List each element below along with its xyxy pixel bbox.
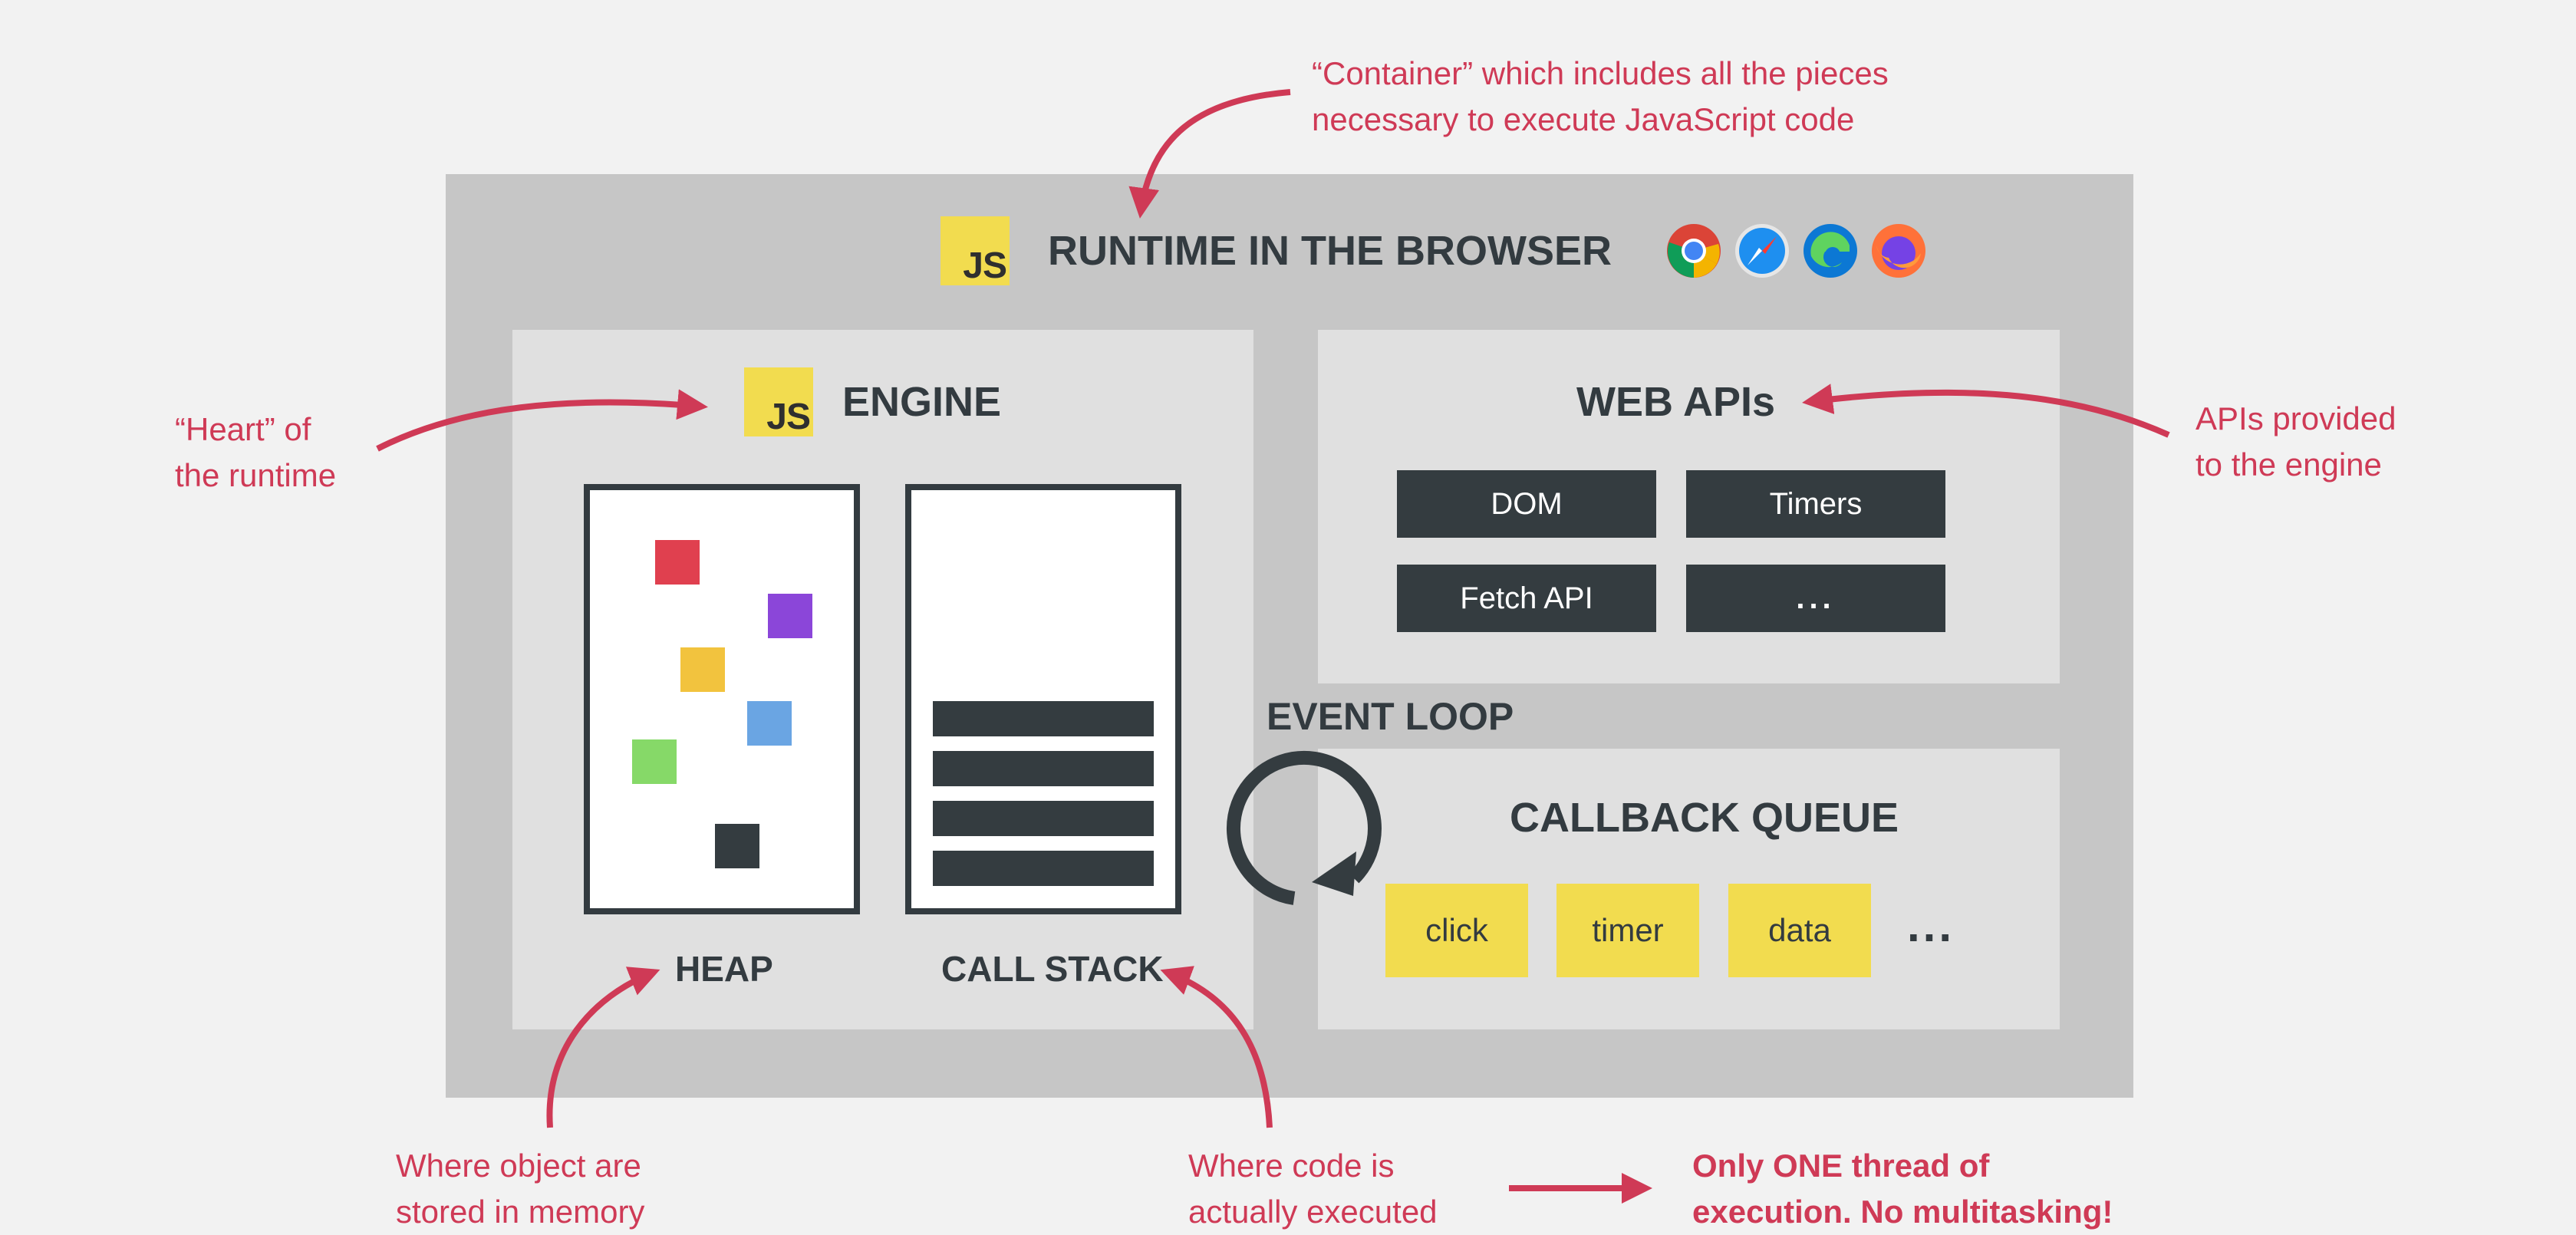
arrow-container [1128, 89, 1291, 219]
arrow-apis [1802, 384, 2170, 438]
arrows-layer [376, 89, 2170, 1204]
arrow-heart [376, 389, 708, 452]
event-loop-cycle-icon [1227, 750, 1382, 905]
arrow-stack [1160, 966, 1273, 1128]
arrow-heap [546, 967, 660, 1128]
